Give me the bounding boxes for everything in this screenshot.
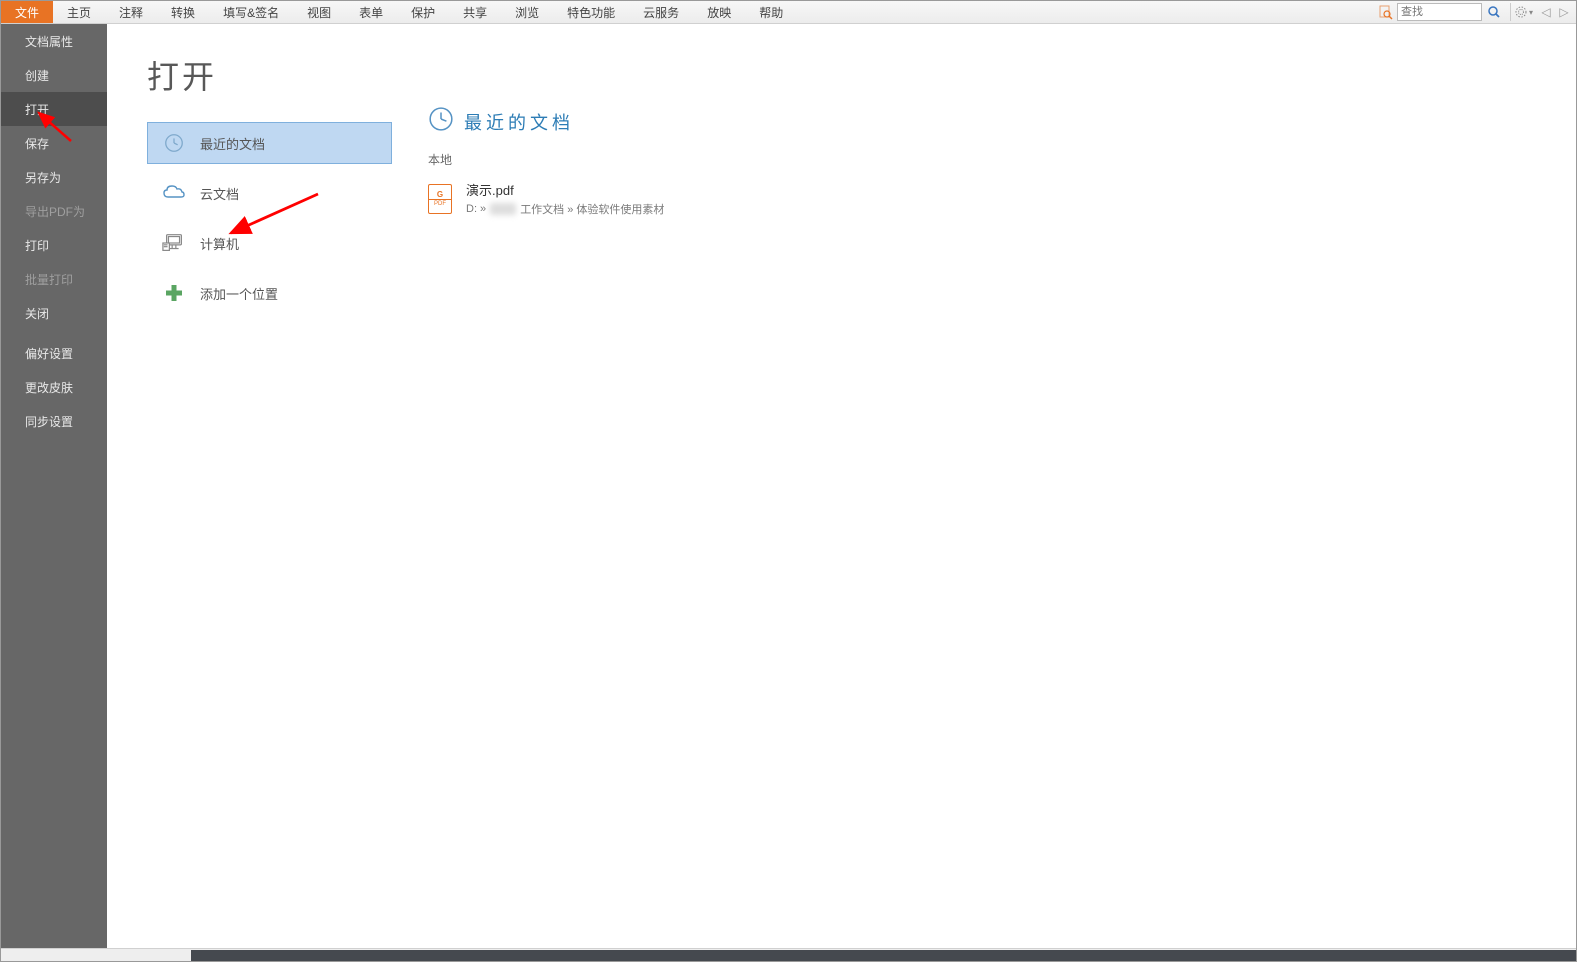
menu-protect[interactable]: 保护: [397, 1, 449, 23]
search-input[interactable]: [1397, 3, 1482, 21]
menubar-right: ▾ ◁ ▷: [1377, 1, 1576, 23]
sec-item-computer[interactable]: 计算机: [147, 222, 392, 264]
sec-item-addplace[interactable]: 添加一个位置: [147, 272, 392, 314]
sec-item-label: 最近的文档: [200, 134, 265, 153]
sidebar-item-print[interactable]: 打印: [1, 228, 107, 262]
sidebar-item-save[interactable]: 保存: [1, 126, 107, 160]
doc-path: D: » xxxx 工作文档 » 体验软件使用素材: [466, 201, 664, 217]
plus-icon: [162, 281, 186, 305]
secondary-panel: 打开 最近的文档 云文档 计算机 添加一个位置: [107, 24, 392, 948]
sec-item-label: 计算机: [200, 234, 239, 253]
menubar: 文件 主页 注释 转换 填写&签名 视图 表单 保护 共享 浏览 特色功能 云服…: [1, 1, 1576, 24]
cloud-icon: [162, 181, 186, 205]
sec-item-label: 云文档: [200, 184, 239, 203]
sec-item-label: 添加一个位置: [200, 284, 278, 303]
menu-home[interactable]: 主页: [53, 1, 105, 23]
section-header: 最近的文档: [428, 106, 1576, 137]
sidebar-item-saveas[interactable]: 另存为: [1, 160, 107, 194]
settings-gear-icon[interactable]: ▾: [1510, 3, 1536, 21]
section-title: 最近的文档: [464, 109, 574, 135]
menu-cloud[interactable]: 云服务: [629, 1, 693, 23]
sec-item-cloud[interactable]: 云文档: [147, 172, 392, 214]
sidebar-item-properties[interactable]: 文档属性: [1, 24, 107, 58]
content-area: 打开 最近的文档 云文档 计算机 添加一个位置: [107, 24, 1576, 948]
file-sidebar: 文档属性 创建 打开 保存 另存为 导出PDF为 打印 批量打印 关闭 偏好设置…: [1, 24, 107, 948]
local-label: 本地: [428, 151, 1576, 168]
sidebar-item-open[interactable]: 打开: [1, 92, 107, 126]
menu-file[interactable]: 文件: [1, 1, 53, 23]
doc-meta: 演示.pdf D: » xxxx 工作文档 » 体验软件使用素材: [466, 180, 664, 217]
doc-name: 演示.pdf: [466, 180, 664, 199]
sidebar-item-close[interactable]: 关闭: [1, 296, 107, 330]
sidebar-item-export: 导出PDF为: [1, 194, 107, 228]
menu-comment[interactable]: 注释: [105, 1, 157, 23]
search-button[interactable]: [1484, 3, 1504, 21]
menu-browse[interactable]: 浏览: [501, 1, 553, 23]
clock-icon: [428, 106, 454, 137]
sidebar-item-batchprint: 批量打印: [1, 262, 107, 296]
nav-next-icon[interactable]: ▷: [1556, 3, 1572, 21]
sidebar-item-sync[interactable]: 同步设置: [1, 404, 107, 438]
sidebar-item-skin[interactable]: 更改皮肤: [1, 370, 107, 404]
menu-convert[interactable]: 转换: [157, 1, 209, 23]
menu-feature[interactable]: 特色功能: [553, 1, 629, 23]
page-title: 打开: [147, 52, 392, 98]
find-text-icon[interactable]: [1377, 3, 1395, 21]
sidebar-item-create[interactable]: 创建: [1, 58, 107, 92]
sidebar-item-preferences[interactable]: 偏好设置: [1, 336, 107, 370]
menu-help[interactable]: 帮助: [745, 1, 797, 23]
clock-icon: [162, 131, 186, 155]
computer-icon: [162, 231, 186, 255]
main-panel: 最近的文档 本地 G PDF 演示.pdf D: » xxxx 工作文档 » 体…: [392, 24, 1576, 948]
nav-prev-icon[interactable]: ◁: [1538, 3, 1554, 21]
menu-share[interactable]: 共享: [449, 1, 501, 23]
menu-form[interactable]: 表单: [345, 1, 397, 23]
menu-fillsign[interactable]: 填写&签名: [209, 1, 293, 23]
status-bar-dark: [191, 950, 1576, 961]
sec-item-recent[interactable]: 最近的文档: [147, 122, 392, 164]
recent-doc-row[interactable]: G PDF 演示.pdf D: » xxxx 工作文档 » 体验软件使用素材: [428, 176, 1576, 221]
menu-view[interactable]: 视图: [293, 1, 345, 23]
menu-play[interactable]: 放映: [693, 1, 745, 23]
pdf-file-icon: G PDF: [428, 184, 452, 214]
